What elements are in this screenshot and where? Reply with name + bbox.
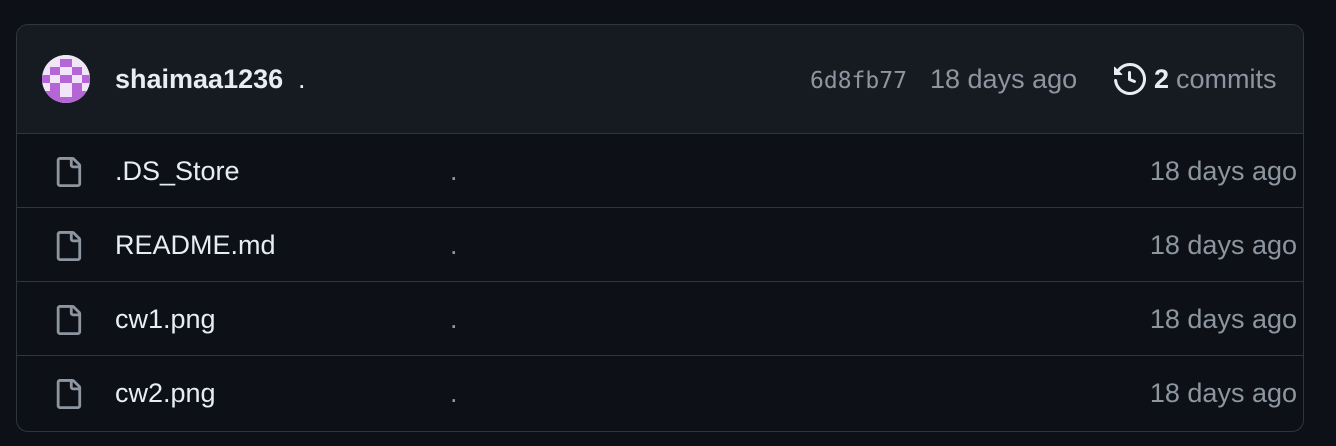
- file-icon: [56, 157, 82, 187]
- commits-label: commits: [1176, 63, 1277, 94]
- file-commit-time: 18 days ago: [1149, 230, 1297, 260]
- file-commit-message[interactable]: .: [450, 229, 458, 261]
- file-commit-time: 18 days ago: [1149, 304, 1297, 334]
- file-commit-message[interactable]: .: [450, 377, 458, 409]
- file-commit-time: 18 days ago: [1149, 378, 1297, 408]
- commits-count: 2: [1154, 63, 1170, 94]
- commit-author[interactable]: shaimaa1236: [115, 63, 283, 95]
- commit-sha[interactable]: 6d8fb77: [810, 66, 907, 96]
- file-row[interactable]: .DS_Store . 18 days ago: [17, 134, 1303, 208]
- file-name-link[interactable]: cw1.png: [115, 303, 216, 335]
- commit-message[interactable]: .: [298, 63, 306, 95]
- avatar[interactable]: [42, 55, 90, 103]
- file-commit-time: 18 days ago: [1149, 156, 1297, 186]
- commits-history-link[interactable]: 2 commits: [1114, 63, 1277, 95]
- file-row[interactable]: cw2.png . 18 days ago: [17, 356, 1303, 429]
- file-row[interactable]: README.md . 18 days ago: [17, 208, 1303, 282]
- file-icon: [56, 379, 82, 409]
- file-name-link[interactable]: .DS_Store: [115, 155, 240, 187]
- file-browser: shaimaa1236 . 6d8fb77 18 days ago 2 comm…: [16, 24, 1304, 432]
- file-icon: [56, 231, 82, 261]
- commit-time: 18 days ago: [930, 64, 1078, 94]
- file-commit-message[interactable]: .: [450, 303, 458, 335]
- latest-commit-bar: shaimaa1236 . 6d8fb77 18 days ago 2 comm…: [17, 25, 1303, 134]
- file-name-link[interactable]: cw2.png: [115, 377, 216, 409]
- file-commit-message[interactable]: .: [450, 155, 458, 187]
- file-list: .DS_Store . 18 days ago README.md . 18 d…: [17, 134, 1303, 429]
- identicon-avatar-icon: [42, 55, 90, 103]
- file-name-link[interactable]: README.md: [115, 229, 276, 261]
- file-row[interactable]: cw1.png . 18 days ago: [17, 282, 1303, 356]
- file-icon: [56, 305, 82, 335]
- history-icon: [1114, 63, 1146, 95]
